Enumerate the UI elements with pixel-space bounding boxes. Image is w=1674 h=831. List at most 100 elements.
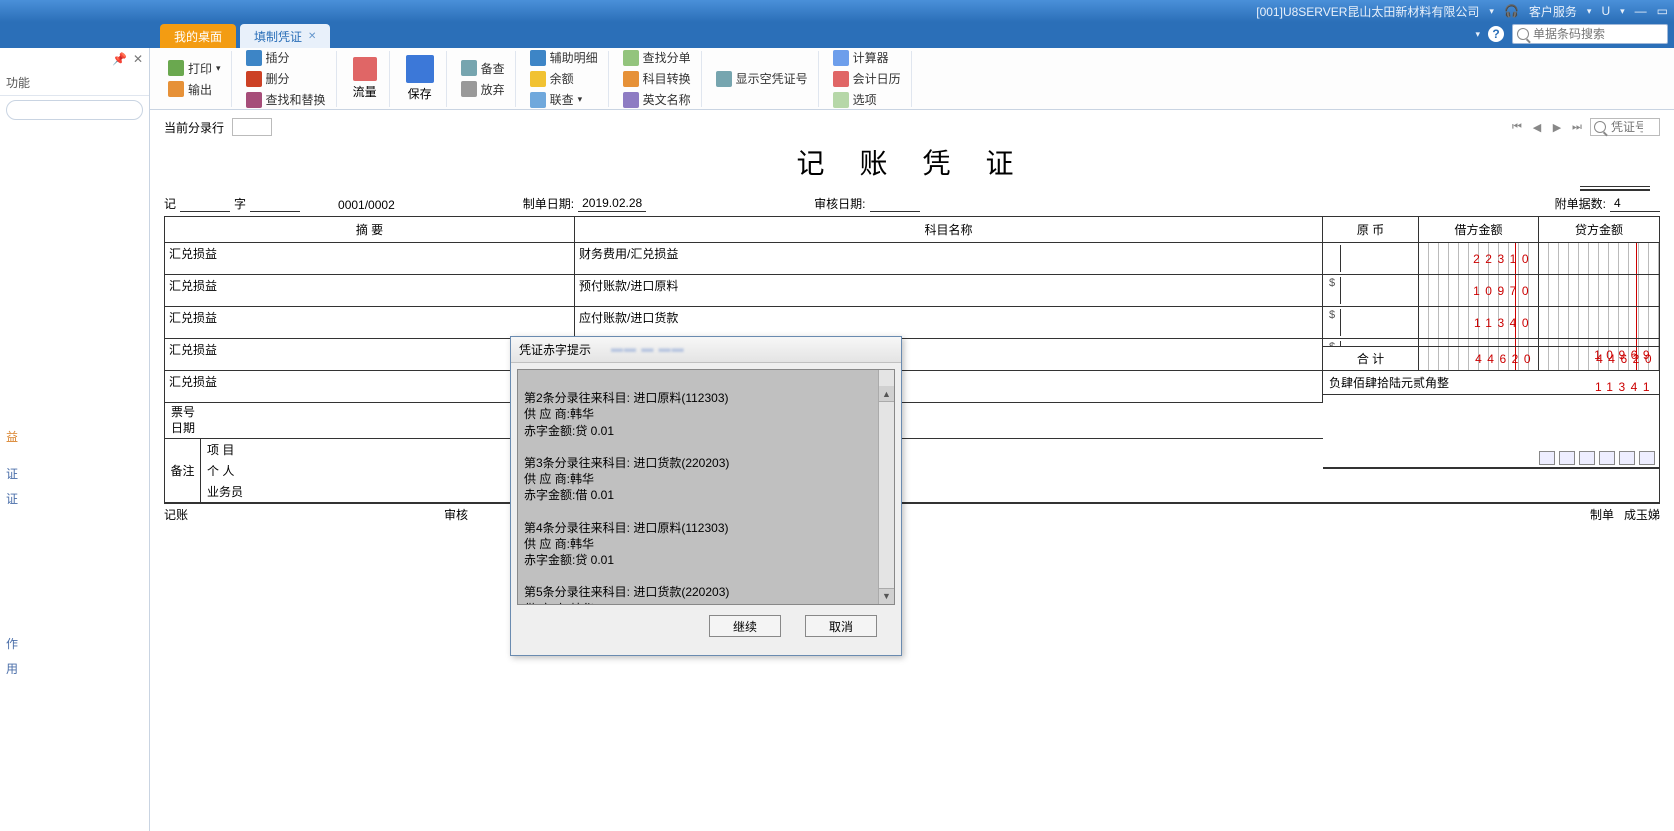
makedate-value[interactable]: 2019.02.28 — [578, 196, 646, 212]
cell-currency[interactable] — [1323, 243, 1419, 274]
save-button[interactable]: 保存 — [400, 53, 440, 104]
scroll-down-icon[interactable]: ▼ — [879, 588, 894, 604]
switch-icon — [623, 71, 639, 87]
makedate-label: 制单日期: — [523, 195, 574, 212]
abandon-button[interactable]: 放弃 — [457, 80, 509, 99]
insert-split-button[interactable]: 插分 — [242, 48, 330, 67]
audit-icon — [461, 60, 477, 76]
service-label[interactable]: 客户服务 — [1529, 3, 1577, 20]
collapse-icon[interactable]: ✕ — [133, 52, 143, 66]
service-dropdown-icon[interactable]: ▾ — [1587, 6, 1592, 17]
totals-panel: 合 计 44620 44620 负肆佰肆拾陆元贰角整 — [1323, 346, 1660, 469]
calendar-button[interactable]: 会计日历 — [829, 69, 905, 88]
nav-last-icon[interactable]: ⏭ — [1570, 120, 1584, 134]
minimize-icon[interactable]: — — [1635, 4, 1647, 18]
nav-prev-icon[interactable]: ◀ — [1530, 120, 1544, 134]
help-icon[interactable]: ? — [1488, 26, 1504, 42]
dialog-message-text: 第2条分录往来科目: 进口原料(112303) 供 应 商:韩华 赤字金额:贷 … — [524, 391, 729, 605]
aux-detail-button[interactable]: 辅助明细 — [526, 48, 602, 67]
u-dropdown-icon[interactable]: ▾ — [1620, 6, 1625, 17]
cell-subject[interactable]: 财务费用/汇兑损益 — [575, 243, 1323, 274]
find-replace-button[interactable]: 查找和替换 — [242, 90, 330, 109]
chevron-down-icon[interactable]: ▾ — [578, 94, 583, 105]
nav-first-icon[interactable]: ⏮ — [1510, 120, 1524, 134]
tab-dropdown-icon[interactable]: ▾ — [1475, 29, 1480, 40]
nav-next-icon[interactable]: ▶ — [1550, 120, 1564, 134]
tab-desktop[interactable]: 我的桌面 — [160, 24, 236, 48]
scroll-up-icon[interactable]: ▲ — [879, 386, 894, 402]
attach-value[interactable]: 4 — [1610, 196, 1660, 212]
tab-voucher[interactable]: 填制凭证 ✕ — [240, 24, 330, 48]
flow-button[interactable]: 流量 — [347, 55, 383, 102]
close-icon[interactable]: ✕ — [308, 31, 316, 42]
output-button[interactable]: 输出 — [164, 80, 225, 99]
dialog-title-blur: ▬▬ ▬ ▬▬ — [611, 341, 685, 358]
voucher-content: 当前分录行 ⏮ ◀ ▶ ⏭ 记 账 凭 证 记字 0001/0002 制单日期:… — [150, 110, 1674, 831]
maximize-icon[interactable]: ▭ — [1657, 4, 1668, 18]
voucher-row[interactable]: 汇兑损益预付账款/进口原料$10970 — [165, 275, 1659, 307]
mini-icon-4[interactable] — [1599, 451, 1615, 465]
english-icon — [623, 92, 639, 108]
current-entry-input[interactable] — [232, 118, 272, 136]
mini-icon-5[interactable] — [1619, 451, 1635, 465]
voucher-row[interactable]: 汇兑损益财务费用/汇兑损益 22310 — [165, 243, 1659, 275]
insert-icon — [246, 50, 262, 66]
cell-debit[interactable]: 10970 — [1419, 275, 1539, 306]
voucher-row[interactable]: 汇兑损益应付账款/进口货款$11340 — [165, 307, 1659, 339]
cell-debit[interactable]: 11340 — [1419, 307, 1539, 338]
voucher-seq: 0001/0002 — [338, 198, 395, 212]
left-oper[interactable]: 作 — [0, 631, 149, 656]
calc-icon — [833, 50, 849, 66]
query-split-button[interactable]: 查找分单 — [619, 48, 695, 67]
dialog-titlebar[interactable]: 凭证赤字提示 ▬▬ ▬ ▬▬ — [511, 337, 901, 363]
mini-icon-2[interactable] — [1559, 451, 1575, 465]
calendar-icon — [833, 71, 849, 87]
left-benefit[interactable]: 益 — [0, 424, 149, 449]
left-use[interactable]: 用 — [0, 656, 149, 681]
calculator-button[interactable]: 计算器 — [829, 48, 905, 67]
cancel-button[interactable]: 取消 — [805, 615, 877, 637]
left-cert1[interactable]: 证 — [0, 461, 149, 486]
auditdate-value[interactable] — [870, 196, 920, 212]
continue-button[interactable]: 继续 — [709, 615, 781, 637]
subject-switch-button[interactable]: 科目转换 — [619, 69, 695, 88]
print-button[interactable]: 打印▾ — [164, 59, 225, 78]
search-icon — [1517, 28, 1529, 40]
delete-split-button[interactable]: 删分 — [242, 69, 330, 88]
dialog-scrollbar[interactable]: ▲ ▼ — [878, 370, 894, 604]
pin-icon[interactable]: 📌 — [112, 52, 127, 66]
left-cert2[interactable]: 证 — [0, 486, 149, 511]
joint-query-button[interactable]: 联查▾ — [526, 90, 602, 109]
cell-subject[interactable]: 应付账款/进口货款 — [575, 307, 1323, 338]
cell-credit[interactable] — [1539, 243, 1659, 274]
english-name-button[interactable]: 英文名称 — [619, 90, 695, 109]
audit-button[interactable]: 备查 — [457, 59, 509, 78]
function-search[interactable] — [6, 100, 143, 120]
show-empty-button[interactable]: 显示空凭证号 — [712, 69, 812, 88]
barcode-search[interactable] — [1512, 24, 1668, 44]
cell-summary[interactable]: 汇兑损益 — [165, 243, 575, 274]
print-icon — [168, 60, 184, 76]
delete-icon — [246, 71, 262, 87]
chevron-down-icon[interactable]: ▾ — [216, 63, 221, 74]
cell-summary[interactable]: 汇兑损益 — [165, 307, 575, 338]
sign-make: 制单 — [1590, 506, 1614, 523]
mini-icon-1[interactable] — [1539, 451, 1555, 465]
mini-icon-3[interactable] — [1579, 451, 1595, 465]
cell-subject[interactable]: 预付账款/进口原料 — [575, 275, 1323, 306]
zi-field[interactable] — [250, 196, 300, 212]
balance-button[interactable]: 余额 — [526, 69, 602, 88]
cell-summary[interactable]: 汇兑损益 — [165, 275, 575, 306]
cell-credit[interactable] — [1539, 307, 1659, 338]
cell-credit[interactable] — [1539, 275, 1659, 306]
u-label[interactable]: U — [1601, 4, 1610, 18]
option-button[interactable]: 选项 — [829, 90, 905, 109]
tab-strip: 我的桌面 填制凭证 ✕ ▾ ? — [0, 22, 1674, 48]
mini-icon-6[interactable] — [1639, 451, 1655, 465]
company-dropdown-icon[interactable]: ▾ — [1489, 6, 1494, 17]
barcode-search-input[interactable] — [1533, 27, 1663, 41]
cell-currency[interactable]: $ — [1323, 307, 1419, 338]
cell-debit[interactable]: 22310 — [1419, 243, 1539, 274]
cell-currency[interactable]: $ — [1323, 275, 1419, 306]
ji-field[interactable] — [180, 196, 230, 212]
